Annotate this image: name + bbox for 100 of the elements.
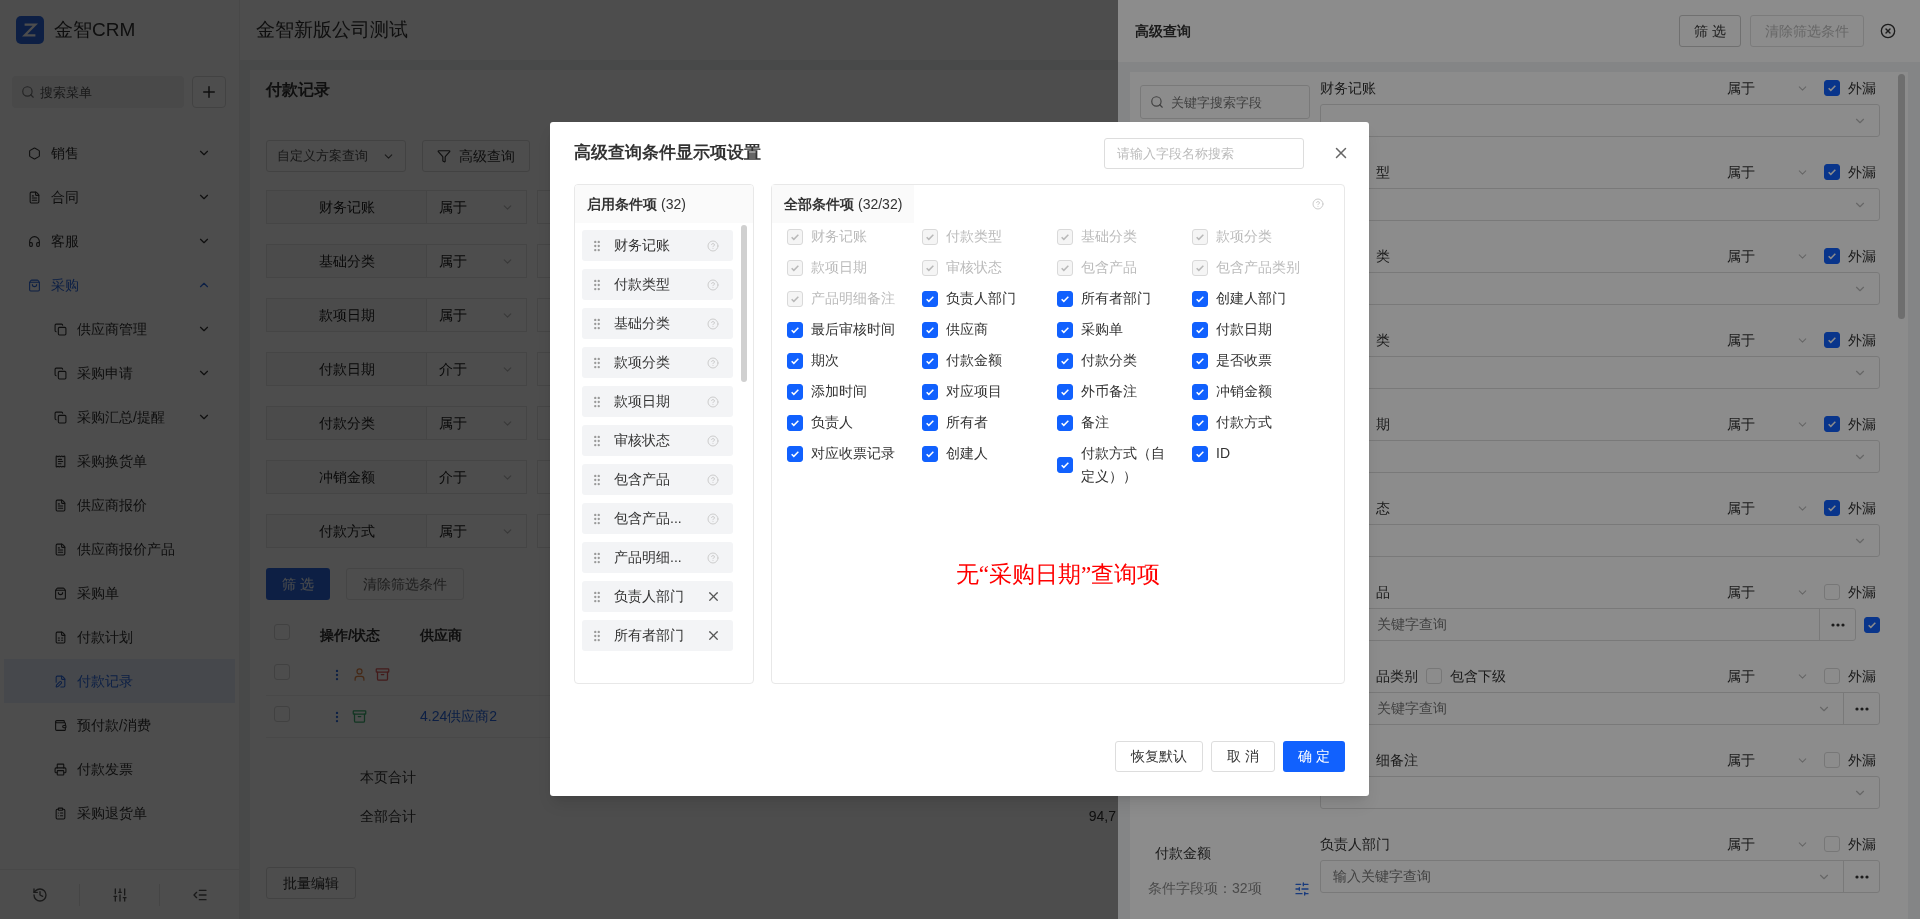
supplier-link[interactable]: 4.24供应商2 <box>420 706 498 727</box>
checkbox[interactable] <box>787 414 803 431</box>
draggable-field[interactable]: 包含产品 <box>582 464 733 495</box>
settings-icon[interactable] <box>1294 880 1310 897</box>
draggable-field[interactable]: 所有者部门 <box>582 620 733 651</box>
checkbox[interactable] <box>787 352 803 369</box>
field-option-label: 包含产品类别 <box>1216 258 1300 277</box>
submenu-item[interactable]: 预付款/消费 <box>4 703 235 747</box>
submenu-item[interactable]: 采购退货单 <box>4 791 235 835</box>
filter-button[interactable]: 筛 选 <box>1679 15 1741 47</box>
checkbox[interactable] <box>1057 352 1073 369</box>
dialog-button[interactable]: 取 消 <box>1211 741 1276 772</box>
checkbox[interactable] <box>1192 290 1208 307</box>
filter-field-label: 付款方式 <box>266 514 427 548</box>
field-list-item[interactable]: 付款金额 <box>1140 843 1310 864</box>
draggable-field[interactable]: 产品明细... <box>582 542 733 573</box>
checkbox[interactable] <box>1057 383 1073 400</box>
operator-select[interactable]: 属于 <box>1727 413 1809 435</box>
add-button[interactable] <box>192 76 226 108</box>
submenu-item[interactable]: 采购申请 <box>4 351 235 395</box>
checkbox[interactable] <box>1057 290 1073 307</box>
checkbox[interactable] <box>1057 414 1073 431</box>
advanced-search-button[interactable]: 高级查询 <box>422 140 530 172</box>
checkbox[interactable] <box>922 414 938 431</box>
operator-select[interactable]: 属于 <box>1727 581 1809 603</box>
menu-item[interactable]: 客服 <box>0 219 239 263</box>
checkbox[interactable] <box>1864 616 1880 633</box>
bulk-edit-button[interactable]: 批量编辑 <box>266 867 356 899</box>
dialog-button[interactable]: 确 定 <box>1283 741 1345 772</box>
option-label: 外漏 <box>1848 750 1876 770</box>
checkbox[interactable] <box>1057 457 1073 473</box>
field-option-label: ID <box>1216 444 1230 463</box>
checkbox[interactable] <box>922 321 938 338</box>
close-icon[interactable] <box>1880 23 1896 39</box>
checkbox[interactable] <box>1824 80 1840 96</box>
submenu-item[interactable]: 供应商报价产品 <box>4 527 235 571</box>
operator-select[interactable]: 属于 <box>1727 77 1809 99</box>
operator-select[interactable]: 属于 <box>1727 497 1809 519</box>
operator-select[interactable]: 介于 <box>427 352 527 386</box>
checkbox[interactable] <box>922 352 938 369</box>
submenu-item[interactable]: 采购换货单 <box>4 439 235 483</box>
settings-icon[interactable] <box>111 886 128 903</box>
submenu-item[interactable]: 供应商管理 <box>4 307 235 351</box>
operator-select[interactable]: 属于 <box>427 244 527 278</box>
checkbox[interactable] <box>1192 383 1208 400</box>
scrollbar[interactable] <box>1898 74 1905 319</box>
draggable-field[interactable]: 付款类型 <box>582 269 733 300</box>
history-icon[interactable] <box>31 886 48 903</box>
draggable-field[interactable]: 款项分类 <box>582 347 733 378</box>
operator-select[interactable]: 属于 <box>1727 329 1809 351</box>
filter-field-label: 付款分类 <box>266 406 427 440</box>
draggable-field[interactable]: 包含产品... <box>582 503 733 534</box>
dialog-button[interactable]: 恢复默认 <box>1115 741 1204 772</box>
operator-select[interactable]: 属于 <box>427 190 527 224</box>
operator-select[interactable]: 属于 <box>1727 161 1809 183</box>
checkbox[interactable] <box>1192 414 1208 431</box>
keyword-select[interactable]: 输入关键字查询 <box>1320 860 1880 893</box>
operator-select[interactable]: 属于 <box>1727 245 1809 267</box>
draggable-field[interactable]: 财务记账 <box>582 230 733 261</box>
checkbox[interactable] <box>922 290 938 307</box>
checkbox[interactable] <box>1192 321 1208 338</box>
checkbox[interactable] <box>1824 248 1840 264</box>
draggable-field[interactable]: 基础分类 <box>582 308 733 339</box>
field-search[interactable]: 关键字搜索字段 <box>1140 85 1310 119</box>
checkbox[interactable] <box>1192 352 1208 369</box>
operator-select[interactable]: 属于 <box>427 298 527 332</box>
checkbox[interactable] <box>922 383 938 400</box>
checkbox[interactable] <box>787 445 803 462</box>
field-name-search[interactable]: 请输入字段名称搜索 <box>1104 137 1304 169</box>
operator-select[interactable]: 属于 <box>1727 665 1809 687</box>
submenu-item[interactable]: 采购单 <box>4 571 235 615</box>
draggable-field[interactable]: 负责人部门 <box>582 581 733 612</box>
operator-select[interactable]: 属于 <box>1727 749 1809 771</box>
submenu-item[interactable]: 付款发票 <box>4 747 235 791</box>
submenu-item[interactable]: 采购汇总/提醒 <box>4 395 235 439</box>
checkbox[interactable] <box>1192 445 1208 462</box>
menu-item[interactable]: 销售 <box>0 131 239 175</box>
checkbox[interactable] <box>922 445 938 462</box>
checkbox[interactable] <box>1824 164 1840 180</box>
operator-select[interactable]: 介于 <box>427 460 527 494</box>
scrollbar[interactable] <box>741 225 747 382</box>
draggable-field[interactable]: 款项日期 <box>582 386 733 417</box>
checkbox[interactable] <box>1057 321 1073 338</box>
checkbox[interactable] <box>1824 332 1840 348</box>
menu-item[interactable]: 采购 <box>0 263 239 307</box>
wallet-icon <box>54 718 67 732</box>
submenu-item[interactable]: 供应商报价 <box>4 483 235 527</box>
checkbox[interactable] <box>1824 416 1840 432</box>
headset-icon <box>28 234 41 248</box>
option-label: 外漏 <box>1848 414 1876 434</box>
operator-select[interactable]: 属于 <box>427 406 527 440</box>
checkbox[interactable] <box>787 321 803 338</box>
submenu-item[interactable]: 付款计划 <box>4 615 235 659</box>
checkbox[interactable] <box>1824 500 1840 516</box>
operator-select[interactable]: 属于 <box>1727 833 1809 855</box>
value-select[interactable] <box>1320 776 1880 809</box>
draggable-field[interactable]: 审核状态 <box>582 425 733 456</box>
operator-select[interactable]: 属于 <box>427 514 527 548</box>
value-select[interactable] <box>1320 104 1880 137</box>
checkbox[interactable] <box>787 383 803 400</box>
